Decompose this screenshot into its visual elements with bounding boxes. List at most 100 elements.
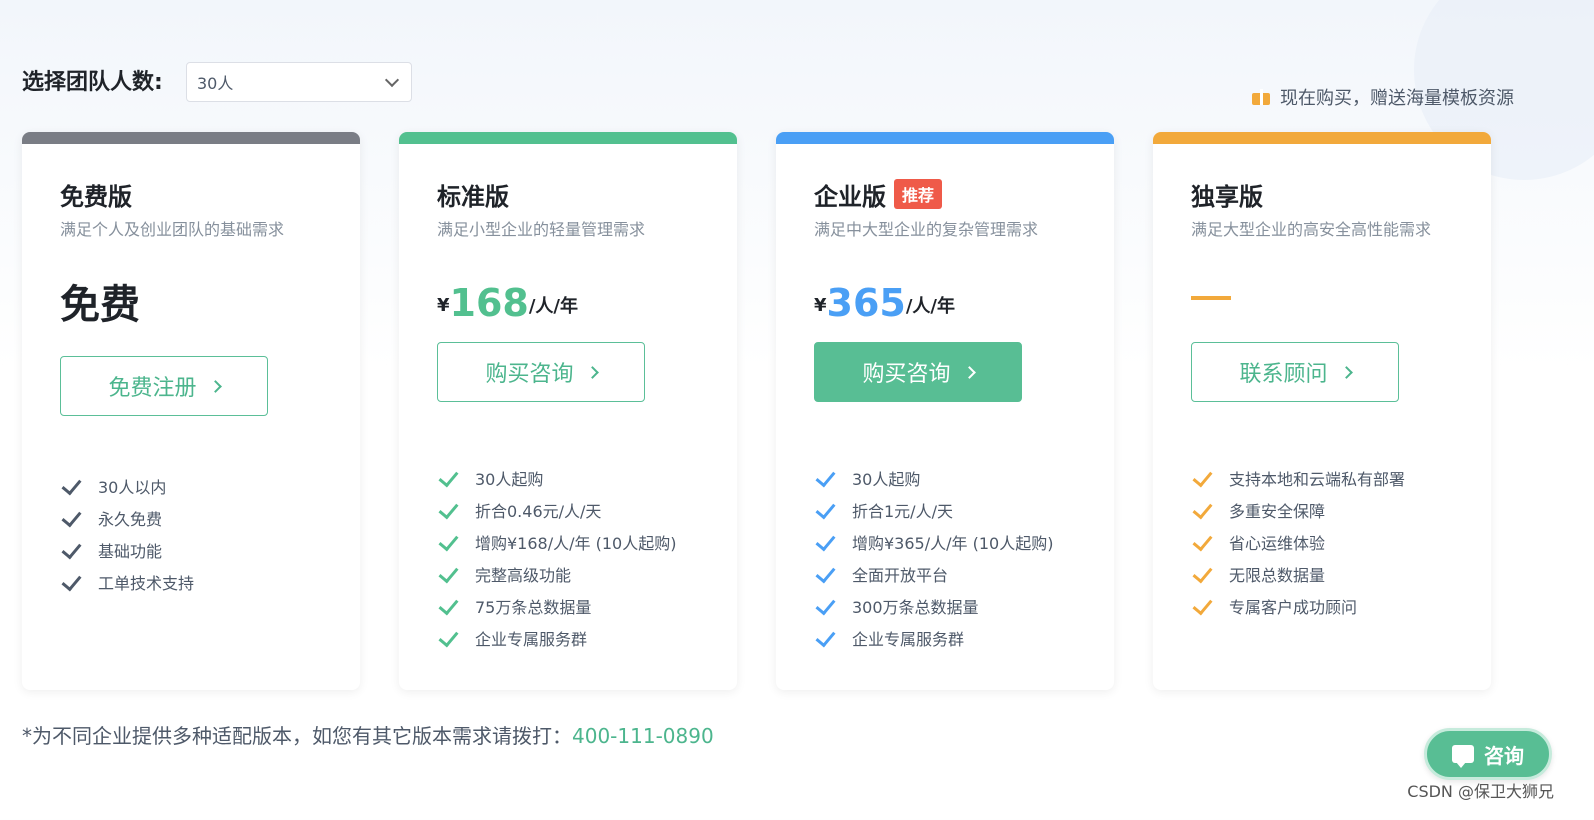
plan-description: 满足个人及创业团队的基础需求: [60, 220, 285, 239]
price-dash: [1191, 296, 1231, 300]
feature-item: 工单技术支持: [60, 566, 322, 598]
chat-icon: [1452, 745, 1474, 768]
chevron-right-icon: [962, 365, 976, 379]
plan-price: 免费: [60, 264, 322, 328]
buy-consult-button[interactable]: 购买咨询: [437, 342, 645, 402]
feature-item: 无限总数据量: [1191, 558, 1453, 590]
feature-item: 30人以内: [60, 470, 322, 502]
plan-name: 独享版: [1191, 182, 1263, 211]
feature-item: 专属客户成功顾问: [1191, 590, 1453, 622]
check-icon: [1191, 563, 1213, 585]
chevron-down-icon: [384, 72, 400, 87]
plan-color-bar: [399, 132, 737, 144]
team-size-value: 30人: [197, 74, 234, 93]
feature-item: 75万条总数据量: [437, 590, 699, 622]
check-icon: [60, 571, 82, 593]
feature-item: 增购¥168/人/年 (10人起购): [437, 526, 699, 558]
check-icon: [814, 627, 836, 649]
feature-item: 完整高级功能: [437, 558, 699, 590]
feature-item: 全面开放平台: [814, 558, 1076, 590]
feature-item: 30人起购: [437, 462, 699, 494]
button-label: 联系顾问: [1239, 362, 1328, 387]
check-icon: [60, 539, 82, 561]
plan-description: 满足小型企业的轻量管理需求: [437, 220, 646, 239]
buy-consult-button[interactable]: 购买咨询: [814, 342, 1022, 402]
plan-card-standard: 标准版 满足小型企业的轻量管理需求 ¥ 168 /人/年 购买咨询 30人起购 …: [399, 132, 737, 690]
plan-price: ¥ 168 /人/年: [437, 264, 699, 324]
button-label: 购买咨询: [485, 362, 574, 387]
feature-item: 300万条总数据量: [814, 590, 1076, 622]
plan-color-bar: [776, 132, 1114, 144]
plan-price: [1191, 264, 1453, 324]
promo-banner: 现在购买，赠送海量模板资源: [1252, 84, 1514, 110]
feature-item: 企业专属服务群: [437, 622, 699, 654]
plan-color-bar: [22, 132, 360, 144]
feature-list: 30人起购 折合0.46元/人/天 增购¥168/人/年 (10人起购) 完整高…: [437, 462, 699, 654]
chevron-right-icon: [1339, 365, 1353, 379]
plan-name: 免费版: [60, 182, 132, 211]
check-icon: [814, 595, 836, 617]
plan-card-exclusive: 独享版 满足大型企业的高安全高性能需求 联系顾问 支持本地和云端私有部署 多重安…: [1153, 132, 1491, 690]
check-icon: [814, 563, 836, 585]
plan-color-bar: [1153, 132, 1491, 144]
plan-card-enterprise: 企业版 推荐 满足中大型企业的复杂管理需求 ¥ 365 /人/年 购买咨询 30…: [776, 132, 1114, 690]
feature-list: 30人以内 永久免费 基础功能 工单技术支持: [60, 470, 322, 598]
promo-text: 现在购买，赠送海量模板资源: [1280, 88, 1514, 109]
feature-item: 省心运维体验: [1191, 526, 1453, 558]
footer-note-text: *为不同企业提供多种适配版本，如您有其它版本需求请拨打：: [22, 724, 572, 748]
plan-description: 满足中大型企业的复杂管理需求: [814, 220, 1039, 239]
price-free: 免费: [60, 282, 140, 328]
plan-description: 满足大型企业的高安全高性能需求: [1191, 220, 1432, 239]
feature-list: 支持本地和云端私有部署 多重安全保障 省心运维体验 无限总数据量 专属客户成功顾…: [1191, 462, 1453, 622]
plan-price: ¥ 365 /人/年: [814, 264, 1076, 324]
check-icon: [437, 595, 459, 617]
check-icon: [60, 507, 82, 529]
feature-item: 增购¥365/人/年 (10人起购): [814, 526, 1076, 558]
footer-note: *为不同企业提供多种适配版本，如您有其它版本需求请拨打：400-111-0890: [22, 720, 714, 749]
recommend-badge: 推荐: [894, 179, 943, 209]
check-icon: [814, 531, 836, 553]
check-icon: [437, 467, 459, 489]
check-icon: [1191, 595, 1213, 617]
feature-item: 30人起购: [814, 462, 1076, 494]
check-icon: [437, 531, 459, 553]
pricing-cards: 免费版 满足个人及创业团队的基础需求 免费 免费注册 30人以内 永久免费 基础…: [22, 132, 1491, 690]
chevron-right-icon: [208, 379, 222, 393]
check-icon: [1191, 467, 1213, 489]
free-register-button[interactable]: 免费注册: [60, 356, 268, 416]
check-icon: [437, 499, 459, 521]
team-size-select[interactable]: 30人: [186, 62, 412, 102]
check-icon: [60, 475, 82, 497]
check-icon: [814, 467, 836, 489]
feature-list: 30人起购 折合1元/人/天 增购¥365/人/年 (10人起购) 全面开放平台…: [814, 462, 1076, 654]
watermark: CSDN @保卫大狮兄: [1407, 782, 1554, 801]
consult-label: 咨询: [1484, 743, 1524, 768]
price-amount: 168: [449, 281, 529, 325]
price-unit: /人/年: [528, 296, 579, 317]
button-label: 免费注册: [108, 376, 197, 401]
feature-item: 企业专属服务群: [814, 622, 1076, 654]
price-amount: 365: [826, 281, 906, 325]
button-label: 购买咨询: [862, 362, 951, 387]
feature-item: 永久免费: [60, 502, 322, 534]
plan-card-free: 免费版 满足个人及创业团队的基础需求 免费 免费注册 30人以内 永久免费 基础…: [22, 132, 360, 690]
check-icon: [437, 627, 459, 649]
team-size-label: 选择团队人数:: [22, 70, 163, 95]
plan-name: 企业版 推荐: [814, 178, 1076, 211]
currency-symbol: ¥: [814, 295, 827, 316]
gift-icon: [1252, 89, 1270, 105]
currency-symbol: ¥: [437, 295, 450, 316]
feature-item: 折合0.46元/人/天: [437, 494, 699, 526]
contact-advisor-button[interactable]: 联系顾问: [1191, 342, 1399, 402]
feature-item: 多重安全保障: [1191, 494, 1453, 526]
check-icon: [814, 499, 836, 521]
feature-item: 折合1元/人/天: [814, 494, 1076, 526]
price-unit: /人/年: [905, 296, 956, 317]
feature-item: 支持本地和云端私有部署: [1191, 462, 1453, 494]
plan-name: 标准版: [437, 182, 509, 211]
feature-item: 基础功能: [60, 534, 322, 566]
check-icon: [437, 563, 459, 585]
check-icon: [1191, 499, 1213, 521]
consult-float-button[interactable]: 咨询: [1424, 728, 1552, 780]
phone-link[interactable]: 400-111-0890: [572, 724, 714, 748]
